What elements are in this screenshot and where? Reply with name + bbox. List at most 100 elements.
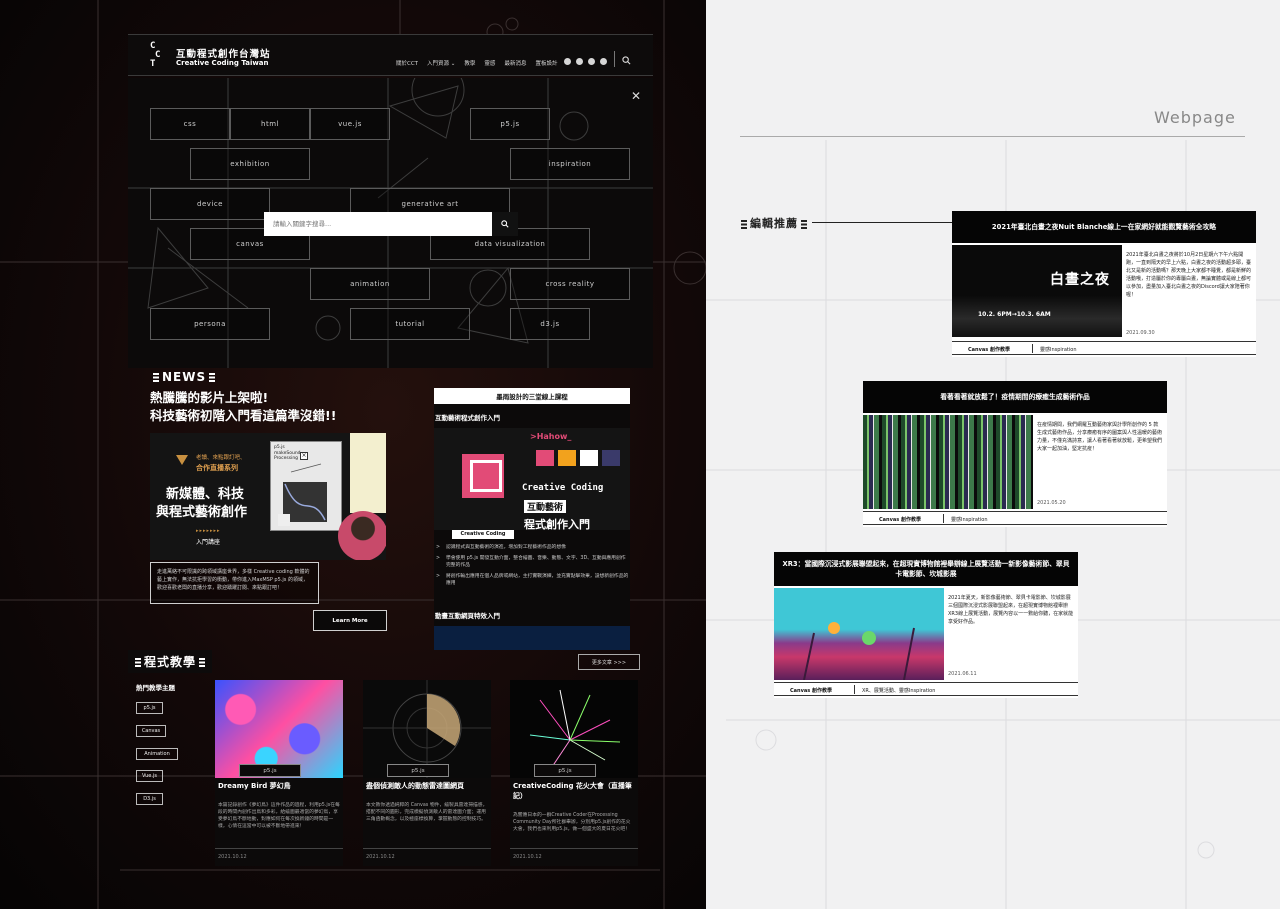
course-subtitle[interactable]: 互動藝術程式創作入門 bbox=[435, 412, 500, 422]
banner-label: Creative Coding bbox=[452, 530, 514, 539]
card-category[interactable]: Canvas 創作教學 bbox=[968, 346, 1010, 353]
series-title: 合作直播系列 bbox=[196, 464, 238, 472]
tag-device[interactable]: device bbox=[150, 188, 270, 220]
color-swatch bbox=[602, 450, 620, 466]
tag-exhibition[interactable]: exhibition bbox=[190, 148, 310, 180]
tag-html[interactable]: html bbox=[230, 108, 310, 140]
card-tags[interactable]: 靈感Inspiration bbox=[1040, 346, 1077, 353]
course-banner[interactable]: >Hahow_ Creative Coding 互動藝術 程式創作入門 bbox=[434, 428, 630, 530]
topic-d3js[interactable]: D3.js bbox=[136, 793, 163, 805]
tag-tutorial[interactable]: tutorial bbox=[350, 308, 470, 340]
color-swatch bbox=[536, 450, 554, 466]
instagram-icon[interactable] bbox=[576, 58, 583, 65]
topic-vuejs[interactable]: Vue.js bbox=[136, 770, 163, 782]
banner-title-zh2: 程式創作入門 bbox=[524, 518, 590, 530]
article-excerpt: 為響應日本的一群Creative Coder在Processing Commun… bbox=[513, 813, 631, 832]
tag-animation[interactable]: animation bbox=[310, 268, 430, 300]
tag-d3js[interactable]: d3.js bbox=[510, 308, 590, 340]
tag-vuejs[interactable]: vue.js bbox=[310, 108, 390, 140]
tag-inspiration[interactable]: inspiration bbox=[510, 148, 630, 180]
card-title[interactable]: 2021年臺北白晝之夜Nuit Blanche線上一在家網好就能觀覽藝術全攻略 bbox=[952, 211, 1256, 243]
card-image[interactable]: 白晝之夜 10.2. 6PM→10.3. 6AM bbox=[952, 245, 1122, 337]
article-tag[interactable]: p5.js bbox=[239, 764, 301, 777]
article-tag[interactable]: p5.js bbox=[534, 764, 596, 777]
nav-item-about[interactable]: 關於CCT bbox=[396, 59, 418, 67]
card-date: 2021.05.20 bbox=[1037, 500, 1066, 506]
search-button[interactable] bbox=[492, 212, 518, 236]
bars-icon bbox=[741, 219, 747, 229]
card-image[interactable] bbox=[863, 415, 1033, 509]
article-card[interactable]: p5.js CreativeCoding 花火大會（直播筆記） 為響應日本的一群… bbox=[510, 680, 638, 866]
nav-item-news[interactable]: 最新消息 bbox=[504, 59, 526, 67]
news-feature-image[interactable]: 老讀、來點跟訂吧、 合作直播系列 新媒體、科技 與程式藝術創作 ▸▸▸▸▸▸▸ … bbox=[150, 433, 386, 560]
article-card[interactable]: p5.js 盡個偵測敵人的動態雷達圖網頁 本文教你透過純粹的 Canvas 物件… bbox=[363, 680, 491, 866]
tag-cross-reality[interactable]: cross reality bbox=[510, 268, 630, 300]
twitter-icon[interactable] bbox=[588, 58, 595, 65]
nav-item-design[interactable]: 置板設計 bbox=[535, 59, 557, 67]
divider bbox=[943, 514, 944, 523]
image-dates: 10.2. 6PM→10.3. 6AM bbox=[978, 311, 1051, 318]
card-category[interactable]: Canvas 創作教學 bbox=[790, 687, 832, 694]
article-excerpt: 本篇記錄創作《夢幻鳥》這件作品的過程，利用p5.js在每段的時間內創作出鳥和多彩… bbox=[218, 803, 340, 829]
image-title: 白晝之夜 bbox=[1050, 272, 1110, 288]
more-articles-link[interactable]: 更多文章 >>> bbox=[578, 654, 640, 670]
tag-p5js[interactable]: p5.js bbox=[470, 108, 550, 140]
close-icon: × bbox=[300, 452, 308, 460]
course-subtitle-2[interactable]: 動畫互動網頁特效入門 bbox=[435, 610, 500, 620]
main-nav: 關於CCT 入門資源 ⌄ 教學 靈感 最新消息 置板設計 bbox=[396, 59, 557, 67]
card-tags[interactable]: XR、展覽活動、靈感Inspiration bbox=[862, 687, 935, 694]
nav-item-resources[interactable]: 入門資源 ⌄ bbox=[427, 59, 455, 67]
divider bbox=[510, 848, 638, 849]
series-text: 老讀、來點跟訂吧、 bbox=[196, 455, 246, 461]
youtube-icon[interactable] bbox=[600, 58, 607, 65]
article-date: 2021.10.12 bbox=[218, 854, 247, 860]
xr-scene-graphic bbox=[803, 622, 915, 680]
nav-item-tutorials[interactable]: 教學 bbox=[464, 59, 475, 67]
article-title[interactable]: 盡個偵測敵人的動態雷達圖網頁 bbox=[366, 781, 488, 791]
topic-p5js[interactable]: p5.js bbox=[136, 702, 163, 714]
close-icon[interactable]: ✕ bbox=[631, 90, 641, 102]
divider bbox=[215, 848, 343, 849]
search-bar bbox=[264, 212, 518, 236]
card-title[interactable]: XR3：當國際沉浸式影展聯盟起來，在超現實博物館裡舉辦線上展覽活動一新影像藝術節… bbox=[774, 552, 1078, 586]
card-text: 2021年臺北白晝之夜將於10月2日星期六下午六點開跑，一直到隔天的早上六點，白… bbox=[1126, 252, 1252, 298]
topic-animation[interactable]: Animation bbox=[136, 748, 178, 760]
article-date: 2021.10.12 bbox=[366, 854, 395, 860]
banner-title-en: Creative Coding bbox=[522, 483, 604, 493]
search-icon bbox=[501, 220, 509, 228]
site-title-zh[interactable]: 互動程式創作台灣站 bbox=[176, 46, 271, 60]
nav-item-inspiration[interactable]: 靈感 bbox=[484, 59, 495, 67]
tag-css[interactable]: css bbox=[150, 108, 230, 140]
article-title[interactable]: CreativeCoding 花火大會（直播筆記） bbox=[513, 781, 635, 801]
course-thumbnail-2[interactable] bbox=[434, 626, 630, 650]
card-footer: Canvas 創作教學 靈感Inspiration bbox=[952, 341, 1256, 355]
banner-title-zh1: 互動藝術 bbox=[524, 500, 567, 513]
card-category[interactable]: Canvas 創作教學 bbox=[879, 516, 921, 523]
site-title-en[interactable]: Creative Coding Taiwan bbox=[176, 59, 269, 67]
article-title[interactable]: Dreamy Bird 夢幻鳥 bbox=[218, 781, 340, 791]
facebook-icon[interactable] bbox=[564, 58, 571, 65]
site-header: C C T 互動程式創作台灣站 Creative Coding Taiwan 關… bbox=[128, 34, 653, 76]
article-tag[interactable]: p5.js bbox=[387, 764, 449, 777]
featured-article-card[interactable]: 看著看著就放鬆了！疫情期間的療癒生成藝術作品 在疫情期間，我們網羅互動藝術家與計… bbox=[863, 381, 1167, 527]
featured-article-card[interactable]: XR3：當國際沉浸式影展聯盟起來，在超現實博物館裡舉辦線上展覽活動一新影像藝術節… bbox=[774, 552, 1078, 698]
article-date: 2021.10.12 bbox=[513, 854, 542, 860]
search-icon[interactable] bbox=[622, 56, 631, 65]
tag-persona[interactable]: persona bbox=[150, 308, 270, 340]
news-headline[interactable]: 熱騰騰的影片上架啦! 科技藝術初階入門看這篇準沒錯!! bbox=[150, 389, 390, 425]
divider bbox=[1032, 344, 1033, 353]
card-tags[interactable]: 靈感Inspiration bbox=[951, 516, 988, 523]
learn-more-button[interactable]: Learn More bbox=[313, 610, 387, 631]
card-date: 2021.09.30 bbox=[1126, 330, 1155, 336]
card-title[interactable]: 看著看著就放鬆了！疫情期間的療癒生成藝術作品 bbox=[863, 381, 1167, 413]
article-card[interactable]: p5.js Dreamy Bird 夢幻鳥 本篇記錄創作《夢幻鳥》這件作品的過程… bbox=[215, 680, 343, 866]
card-image[interactable] bbox=[774, 588, 944, 680]
course-bullets: 認識程式與互動藝術的演進，增加對工程藝術作品的想像 學會使用 p5.js 開發互… bbox=[436, 544, 630, 591]
brackets-logo-icon bbox=[462, 454, 504, 498]
topic-canvas[interactable]: Canvas bbox=[136, 725, 166, 737]
bars-icon bbox=[135, 658, 141, 667]
featured-article-card[interactable]: 2021年臺北白晝之夜Nuit Blanche線上一在家網好就能觀覽藝術全攻略 … bbox=[952, 211, 1256, 357]
cct-logo[interactable]: C C T bbox=[150, 42, 168, 70]
search-input[interactable] bbox=[264, 212, 492, 236]
course-card[interactable]: 墨雨設計的三堂線上課程 互動藝術程式創作入門 >Hahow_ Creative … bbox=[434, 388, 630, 650]
